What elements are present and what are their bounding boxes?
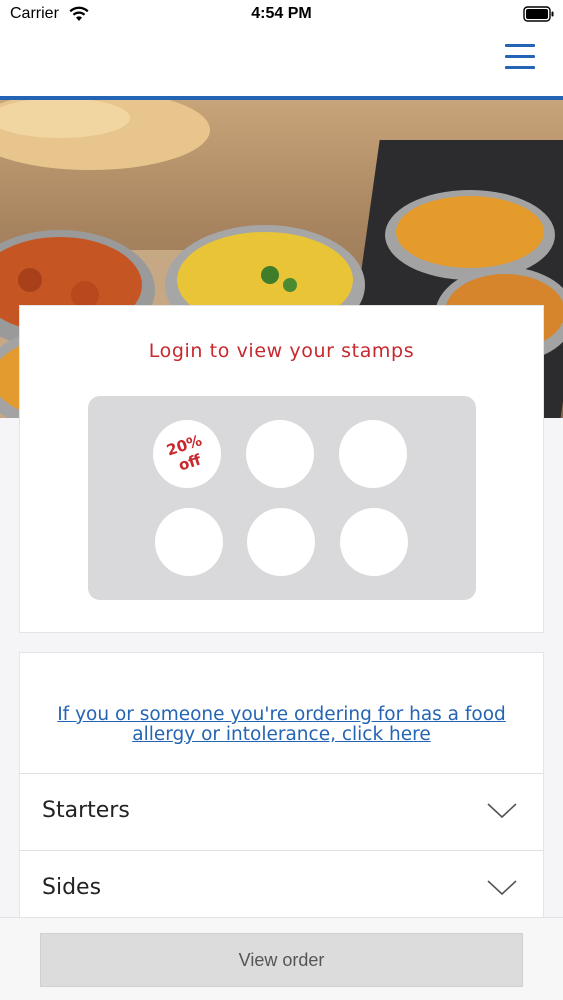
- top-nav-bar: [0, 30, 563, 96]
- menu-category-starters[interactable]: Starters: [20, 774, 543, 850]
- category-label: Sides: [42, 875, 102, 900]
- chevron-down-icon: [487, 879, 517, 897]
- menu-card: If you or someone you're ordering for ha…: [19, 652, 544, 932]
- stamp-slot: [246, 420, 314, 488]
- chevron-down-icon: [487, 802, 517, 820]
- reward-stamp: 20% off: [153, 420, 221, 488]
- stamp-slot: [155, 508, 223, 576]
- stamp-grid: 20% off: [88, 396, 476, 600]
- stamp-slot: [247, 508, 315, 576]
- hamburger-menu-icon[interactable]: [505, 44, 535, 70]
- status-bar: Carrier 4:54 PM: [0, 0, 563, 30]
- category-label: Starters: [42, 798, 130, 823]
- login-to-view-stamps-text[interactable]: Login to view your stamps: [20, 340, 543, 362]
- allergy-info-link[interactable]: If you or someone you're ordering for ha…: [40, 705, 523, 745]
- view-order-button[interactable]: View order: [40, 933, 523, 987]
- loyalty-stamp-card: Login to view your stamps 20% off: [19, 305, 544, 633]
- reward-stamp-text: 20% off: [164, 431, 209, 476]
- stamp-slot: [340, 508, 408, 576]
- bottom-action-bar: View order: [0, 917, 563, 1000]
- stamp-slot: [339, 420, 407, 488]
- battery-icon: [523, 6, 555, 22]
- menu-category-sides[interactable]: Sides: [20, 851, 543, 927]
- clock-time: 4:54 PM: [251, 5, 312, 22]
